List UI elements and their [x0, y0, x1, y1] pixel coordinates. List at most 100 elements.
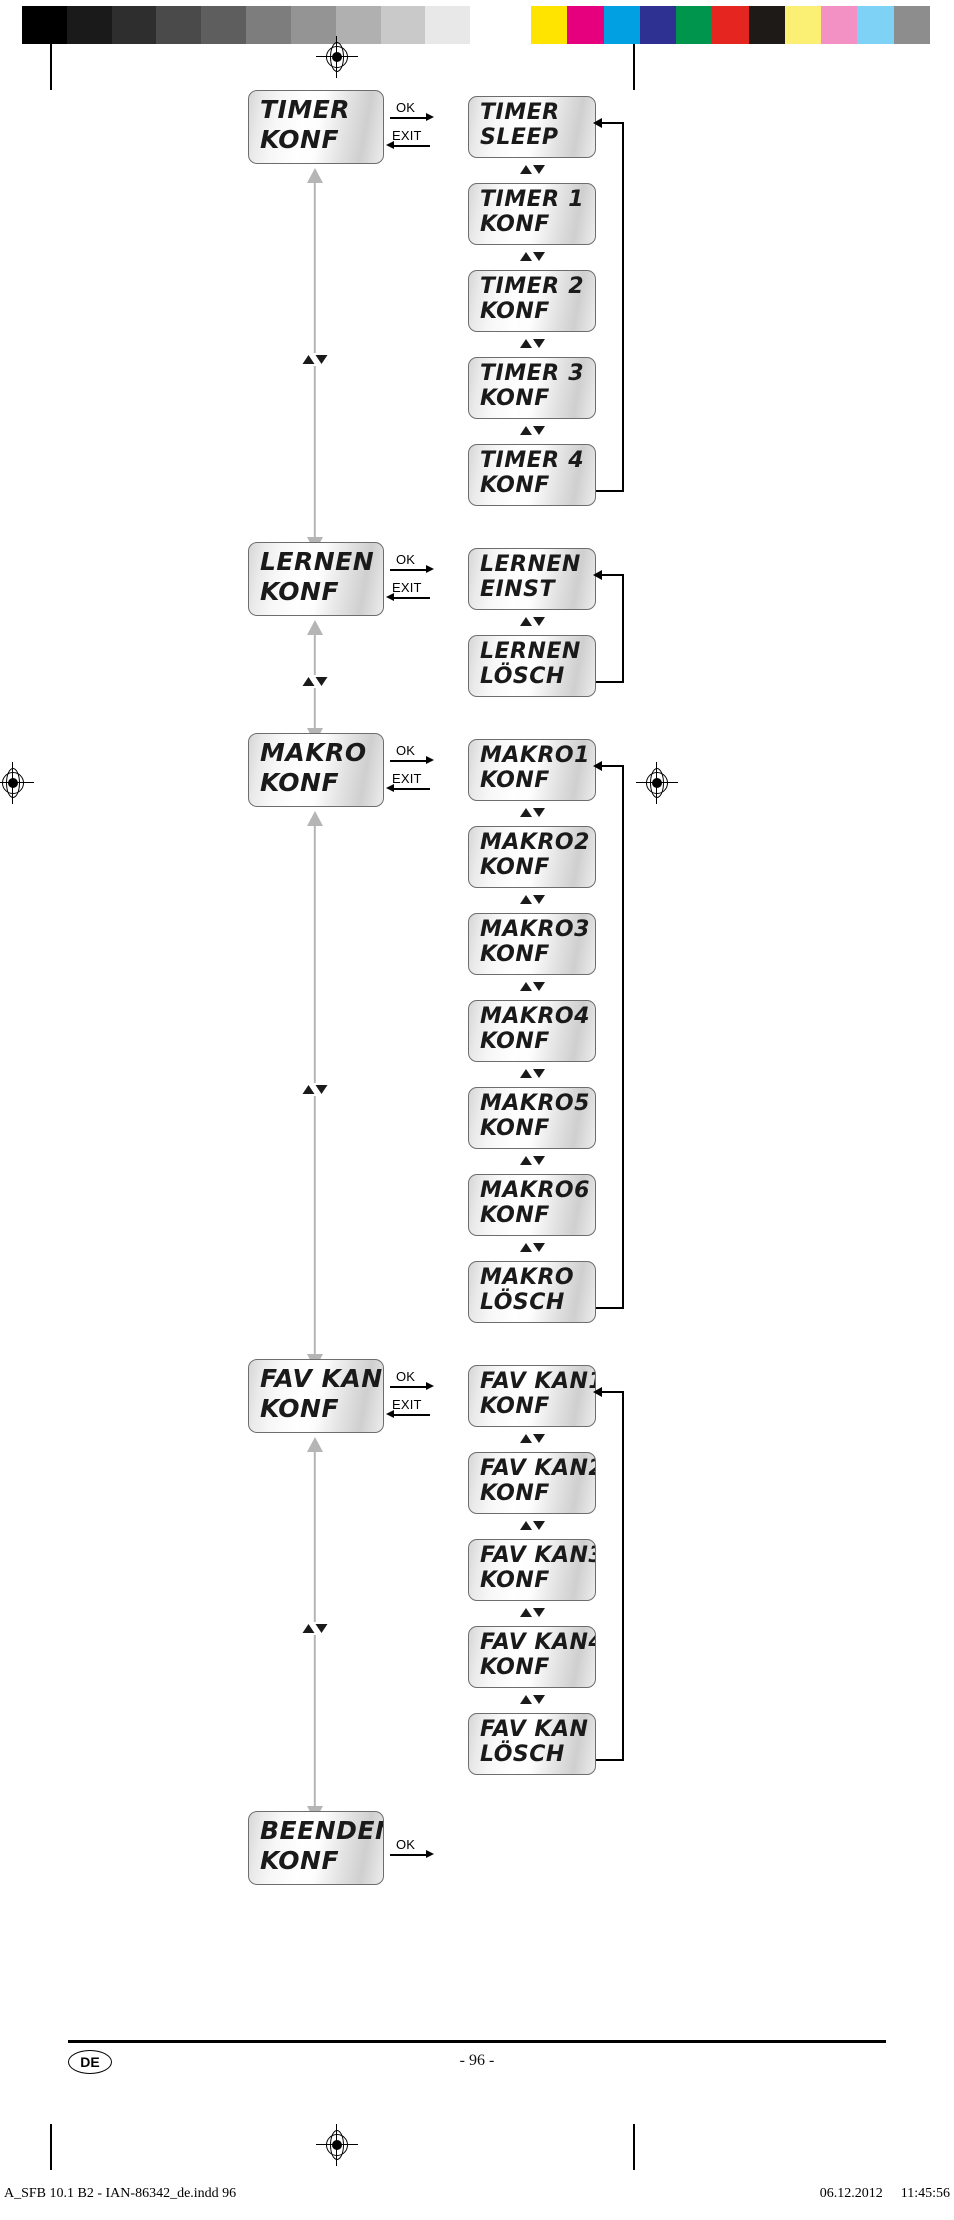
display-fav-kan-item-5-text1: FAV KAN	[480, 1717, 589, 1742]
scroll-indicator-makro-2-down-triangle	[533, 895, 545, 904]
display-makro-item-3-text2: KONF	[480, 942, 550, 967]
loopback-fav-kan-vertical-segment	[622, 1391, 624, 1759]
display-makro-item-7[interactable]: MAKRO LÖSCH	[468, 1261, 596, 1323]
display-timer-menu[interactable]: TIMER KONF	[248, 90, 384, 164]
display-makro-menu[interactable]: MAKRO KONF	[248, 733, 384, 807]
display-makro-item-5-text2: KONF	[480, 1116, 550, 1141]
display-makro-item-5-number: 5	[574, 1091, 590, 1116]
scroll-indicator-fav-kan-3-down-triangle	[533, 1608, 545, 1617]
display-fav-kan-menu-line2: KONF	[260, 1394, 372, 1423]
display-fav-kan-item-4[interactable]: FAV KAN4KONF	[468, 1626, 596, 1688]
display-fav-kan-item-2[interactable]: FAV KAN2KONF	[468, 1452, 596, 1514]
exit-arrow-line	[392, 145, 430, 147]
display-fav-kan-item-2-text2: KONF	[480, 1481, 550, 1506]
display-lernen-item-2-text1: LERNEN	[480, 639, 581, 664]
greyscale-bar	[22, 6, 515, 44]
scroll-indicator-fav-kan-3-up-triangle	[520, 1608, 532, 1617]
display-beenden-menu[interactable]: BEENDEN KONF	[248, 1811, 384, 1885]
display-fav-kan-item-5[interactable]: FAV KAN LÖSCH	[468, 1713, 596, 1775]
display-timer-item-4-number: 3	[568, 361, 584, 386]
display-lernen-item-2[interactable]: LERNEN LÖSCH	[468, 635, 596, 697]
scroll-indicator-fav-kan-1	[520, 1434, 545, 1443]
grey-swatch-7	[335, 6, 381, 44]
exit-arrow-line	[392, 597, 430, 599]
display-makro-item-5[interactable]: MAKRO 5 KONF	[468, 1087, 596, 1149]
ok-label: OK	[396, 1369, 416, 1384]
scroll-indicator-timer-4-down-triangle	[533, 426, 545, 435]
scroll-indicator-timer-4	[520, 426, 545, 435]
scroll-indicator-timer-3-down-triangle	[533, 339, 545, 348]
loopback-makro-vertical-segment	[622, 765, 624, 1307]
display-makro-item-6-number: 6	[574, 1178, 590, 1203]
display-makro-item-3[interactable]: MAKRO 3 KONF	[468, 913, 596, 975]
exit-arrow-head-icon	[386, 593, 394, 601]
display-makro-item-3-line2: KONF	[480, 942, 584, 967]
menu-scroll-lernen-up-head-icon	[307, 620, 323, 635]
ok-arrow-head-icon	[426, 1382, 434, 1390]
display-fav-kan-item-3[interactable]: FAV KAN3KONF	[468, 1539, 596, 1601]
display-fav-kan-item-1[interactable]: FAV KAN1KONF	[468, 1365, 596, 1427]
display-makro-item-4[interactable]: MAKRO 4 KONF	[468, 1000, 596, 1062]
registration-mark-left	[0, 762, 34, 804]
color-swatch-8	[821, 6, 858, 44]
display-fav-kan-menu-text2: KONF	[260, 1394, 340, 1423]
ok-arrow-head-icon	[426, 756, 434, 764]
display-makro-menu-line1: MAKRO	[260, 738, 372, 767]
loopback-lernen-bottom-segment	[596, 681, 624, 683]
display-lernen-item-1[interactable]: LERNEN EINST	[468, 548, 596, 610]
page-number: - 96 -	[459, 2052, 495, 2069]
grey-swatch-2	[111, 6, 157, 44]
display-timer-item-1[interactable]: TIMER SLEEP	[468, 96, 596, 158]
scroll-indicator-lernen-1	[520, 617, 545, 626]
display-makro-item-6[interactable]: MAKRO 6 KONF	[468, 1174, 596, 1236]
scroll-indicator-fav-kan-4-down-triangle	[533, 1695, 545, 1704]
display-makro-item-6-text1: MAKRO	[480, 1178, 575, 1203]
scroll-indicator-makro-3	[520, 982, 545, 991]
display-makro-item-2[interactable]: MAKRO 2 KONF	[468, 826, 596, 888]
scroll-indicator-fav-kan-3	[520, 1608, 545, 1617]
display-makro-item-6-line1: MAKRO 6	[480, 1178, 589, 1203]
menu-scroll-lernen	[300, 620, 330, 743]
loopback-timer-top-segment	[602, 122, 624, 124]
display-fav-kan-item-3-text2: KONF	[480, 1568, 550, 1593]
display-makro-item-7-line2: LÖSCH	[480, 1290, 584, 1315]
scroll-indicator-lernen-1-up-triangle	[520, 617, 532, 626]
grey-swatch-10	[470, 6, 515, 44]
menu-scroll-makro-mid-up-icon	[302, 1085, 315, 1094]
display-timer-item-5[interactable]: TIMER 4 KONF	[468, 444, 596, 506]
exit-arrow-head-icon	[386, 784, 394, 792]
menu-scroll-fav-kan-mid-up-icon	[302, 1624, 315, 1633]
display-makro-item-2-text2: KONF	[480, 855, 550, 880]
ok-arrow-line	[390, 117, 428, 119]
color-swatch-6	[748, 6, 785, 44]
display-timer-item-2-number: 1	[568, 187, 584, 212]
imposition-slug: A_SFB 10.1 B2 - IAN-86342_de.indd 96 06.…	[0, 2186, 954, 2202]
display-timer-item-5-line2: KONF	[480, 473, 584, 498]
registration-mark-right	[636, 762, 678, 804]
display-makro-item-1[interactable]: MAKRO 1 KONF	[468, 739, 596, 801]
ok-label: OK	[396, 100, 416, 115]
display-fav-kan-menu[interactable]: FAV KAN KONF	[248, 1359, 384, 1433]
color-swatch-4	[676, 6, 713, 44]
display-makro-item-3-line1: MAKRO 3	[480, 917, 589, 942]
display-timer-item-4[interactable]: TIMER 3 KONF	[468, 357, 596, 419]
bar-spacer	[515, 6, 531, 44]
display-timer-item-3[interactable]: TIMER 2 KONF	[468, 270, 596, 332]
display-lernen-menu-text1: LERNEN	[260, 547, 375, 576]
menu-scroll-fav-kan	[300, 1437, 330, 1821]
color-swatch-1	[567, 6, 604, 44]
display-timer-item-5-text1: TIMER	[480, 448, 560, 473]
scroll-indicator-timer-1	[520, 165, 545, 174]
scroll-indicator-timer-2-down-triangle	[533, 252, 545, 261]
display-lernen-menu[interactable]: LERNEN KONF	[248, 542, 384, 616]
display-timer-item-2[interactable]: TIMER 1 KONF	[468, 183, 596, 245]
scroll-indicator-makro-4	[520, 1069, 545, 1078]
menu-scroll-timer	[300, 168, 330, 552]
scroll-indicator-timer-1-up-triangle	[520, 165, 532, 174]
display-timer-item-2-text2: KONF	[480, 212, 550, 237]
scroll-indicator-makro-5	[520, 1156, 545, 1165]
loopback-makro-bottom-segment	[596, 1307, 624, 1309]
display-makro-item-1-number: 1	[574, 743, 590, 768]
display-beenden-menu-text2: KONF	[260, 1846, 340, 1875]
display-makro-item-2-text1: MAKRO	[480, 830, 575, 855]
